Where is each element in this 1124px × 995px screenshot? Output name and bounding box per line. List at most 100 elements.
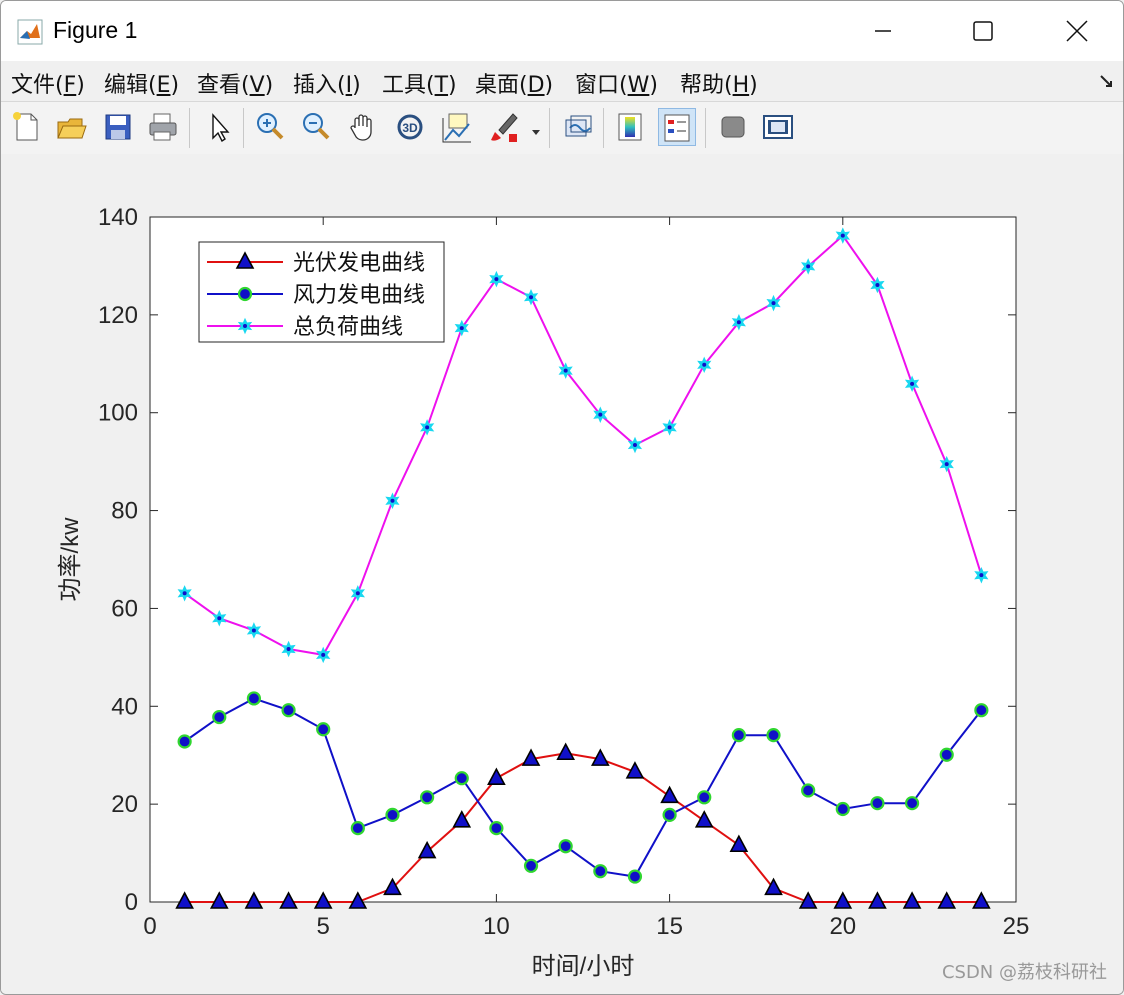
line-chart: 0 5 10 15 20 25 0 20 40 60 80 100 120 140 时间/小时 功率/kw 光伏… [57,204,1029,980]
figure-window: Figure 1 文件(F) 编辑(E) 查看(V) 插入(I) 工具(T) 桌面(D) 窗… [0,0,1124,995]
data-point-s2-center [840,233,845,238]
pointer-button[interactable] [200,108,238,146]
rotate-3d-icon: 3D [397,114,423,140]
colorbar-button[interactable] [613,108,651,146]
data-point-s2-center [182,591,187,596]
legend-label-1: 风力发电曲线 [293,282,425,307]
new-figure-button[interactable] [7,108,45,146]
legend: 光伏发电曲线风力发电曲线总负荷曲线 [198,241,445,343]
menu-item-0[interactable]: 文件(F) [11,67,85,99]
data-point-s1 [350,821,365,836]
save-button[interactable] [99,108,137,146]
menu-item-2[interactable]: 查看(V) [197,67,273,99]
legend-label-2: 总负荷曲线 [293,314,403,339]
legend-marker-2-center [243,324,247,328]
watermark-text: CSDN @荔枝科研社 [941,962,1107,983]
hide-plot-tools-button[interactable] [714,108,752,146]
toolbar-separator [603,108,604,148]
minimize-icon[interactable] [853,11,913,51]
link-plot-button[interactable] [559,108,597,146]
window-title: Figure 1 [53,17,138,43]
menu-item-7[interactable]: 帮助(H) [680,67,758,99]
data-point-s1 [731,728,746,743]
toolbar-separator [189,108,190,148]
zoom-in-button[interactable] [251,108,289,146]
y-tick-label: 100 [98,400,138,427]
maximize-icon[interactable] [953,11,1013,51]
legend-icon [664,114,690,142]
data-point-s2-center [944,462,949,467]
print-button[interactable] [144,108,182,146]
brush-button[interactable] [485,108,523,146]
x-tick-label: 5 [317,913,330,940]
data-point-s1 [281,703,296,718]
print-icon [149,113,177,141]
x-tick-label: 20 [829,913,856,940]
colorbar-icon [618,113,642,141]
y-tick-label: 20 [111,791,138,818]
y-tick-label: 0 [125,889,138,916]
save-icon [105,114,131,140]
y-tick-label: 140 [98,204,138,231]
y-tick-label: 40 [111,693,138,720]
data-point-s2-center [736,320,741,325]
y-tick-label: 60 [111,595,138,622]
data-point-s1 [246,691,262,706]
toolbar-separator [549,108,550,148]
data-point-s1 [212,709,227,725]
data-point-s2-center [286,647,291,652]
data-point-s1 [974,703,989,718]
toolbar-separator [243,108,244,148]
data-point-s1 [627,869,643,884]
data-point-s2-center [875,283,880,288]
data-point-s1 [593,864,608,879]
open-file-button[interactable] [52,108,90,146]
pan-hand-button[interactable] [344,108,382,146]
x-tick-label: 0 [143,913,156,940]
menu-item-1[interactable]: 编辑(E) [104,67,179,99]
data-point-s1 [939,747,954,762]
data-point-s1 [697,790,712,805]
data-cursor-button[interactable] [437,108,475,146]
data-point-s2-center [217,616,222,621]
new-figure-icon [13,112,38,141]
zoom-out-button[interactable] [297,108,335,146]
data-point-s1 [870,796,885,811]
data-point-s1 [177,734,192,749]
figure-toolbar: 3D [1,101,1123,155]
data-point-s1 [454,771,469,786]
pan-hand-icon [350,114,372,141]
data-point-s2-center [910,381,915,386]
data-point-s1 [904,796,920,811]
data-point-s1 [385,807,400,823]
data-point-s1 [420,790,435,805]
figure-canvas: 0 5 10 15 20 25 0 20 40 60 80 100 120 140 时间/小时 功率/kw 光伏… [1,154,1123,994]
x-tick-label: 10 [483,913,510,940]
zoom-in-icon [257,113,284,140]
legend-button[interactable] [658,108,696,146]
data-point-s1 [489,821,504,836]
x-tick-label: 15 [656,913,683,940]
menu-item-6[interactable]: 窗口(W) [575,67,658,99]
svg-text:3D: 3D [402,121,418,135]
show-plot-tools-icon [763,115,793,139]
data-point-s2-center [529,295,534,300]
pointer-icon [212,113,230,143]
menu-item-5[interactable]: 桌面(D) [475,67,553,99]
data-point-s1 [558,839,573,854]
menu-item-3[interactable]: 插入(I) [293,67,361,99]
link-plot-icon [565,115,592,137]
data-point-s2-center [806,264,811,269]
title-bar: Figure 1 [1,1,1123,61]
close-icon[interactable] [1047,11,1107,51]
open-file-icon [57,118,87,139]
brush-dropdown-icon[interactable] [531,122,541,135]
legend-marker-1 [237,286,253,302]
menu-item-4[interactable]: 工具(T) [382,67,457,99]
data-point-s2-center [979,573,984,578]
data-point-s2-center [632,443,637,448]
rotate-3d-button[interactable]: 3D [391,108,429,146]
menu-bar: 文件(F) 编辑(E) 查看(V) 插入(I) 工具(T) 桌面(D) 窗口(W) 帮助(H) [1,61,1123,99]
show-plot-tools-button[interactable] [759,108,797,146]
dock-arrow-icon[interactable] [1097,71,1117,91]
